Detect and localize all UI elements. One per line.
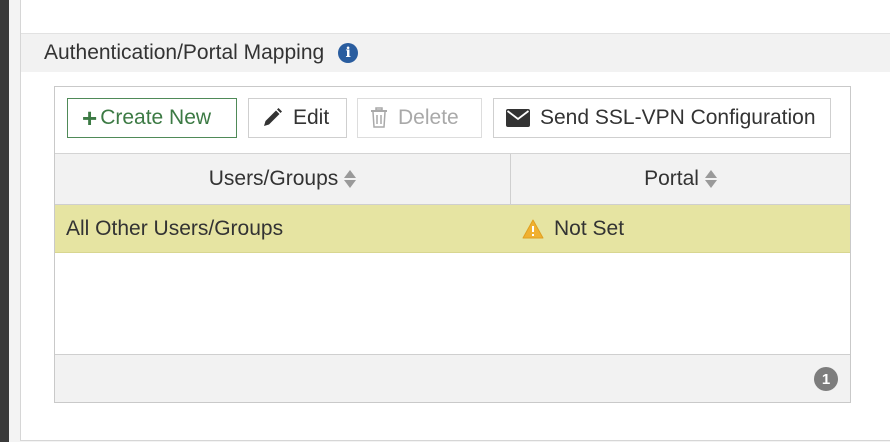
edit-label: Edit: [293, 106, 330, 129]
delete-label: Delete: [398, 106, 459, 129]
trash-icon: [371, 107, 387, 128]
info-icon[interactable]: i: [338, 43, 359, 63]
delete-button[interactable]: Delete: [357, 98, 482, 138]
column-header-portal[interactable]: Portal: [511, 154, 850, 204]
top-section-divider: [21, 0, 890, 34]
envelope-icon: [506, 109, 530, 127]
toolbar: + Create New Edit Delete Send SSL-VPN Co…: [55, 87, 850, 154]
cell-users-groups: All Other Users/Groups: [66, 216, 284, 240]
sort-icon[interactable]: [344, 170, 357, 188]
edit-button[interactable]: Edit: [248, 98, 347, 138]
window-edge: [0, 0, 9, 442]
mapping-table-container: + Create New Edit Delete Send SSL-VPN Co…: [54, 86, 851, 403]
table-empty-area: [55, 253, 850, 355]
column-header-users-groups[interactable]: Users/Groups: [55, 154, 511, 204]
sort-icon[interactable]: [704, 170, 717, 188]
create-new-button[interactable]: + Create New: [67, 98, 237, 138]
table-footer: 1: [55, 355, 850, 402]
row-count-badge: 1: [814, 367, 838, 391]
section-header: Authentication/Portal Mapping i: [21, 34, 890, 72]
send-ssl-vpn-label: Send SSL-VPN Configuration: [540, 106, 816, 129]
section-title: Authentication/Portal Mapping: [44, 41, 325, 64]
create-new-label: Create New: [100, 106, 212, 129]
settings-panel: Authentication/Portal Mapping i + Create…: [20, 0, 890, 441]
column-header-label: Portal: [644, 167, 699, 190]
column-header-label: Users/Groups: [208, 167, 339, 190]
portal-value: Not Set: [554, 216, 625, 240]
warning-icon: [522, 219, 544, 238]
send-ssl-vpn-configuration-button[interactable]: Send SSL-VPN Configuration: [493, 98, 831, 138]
table-header: Users/Groups Portal: [55, 154, 850, 205]
pencil-icon: [264, 108, 282, 126]
plus-icon: +: [82, 103, 98, 133]
cell-portal: Not Set: [522, 205, 842, 252]
table-row[interactable]: All Other Users/Groups Not Set: [55, 205, 850, 253]
